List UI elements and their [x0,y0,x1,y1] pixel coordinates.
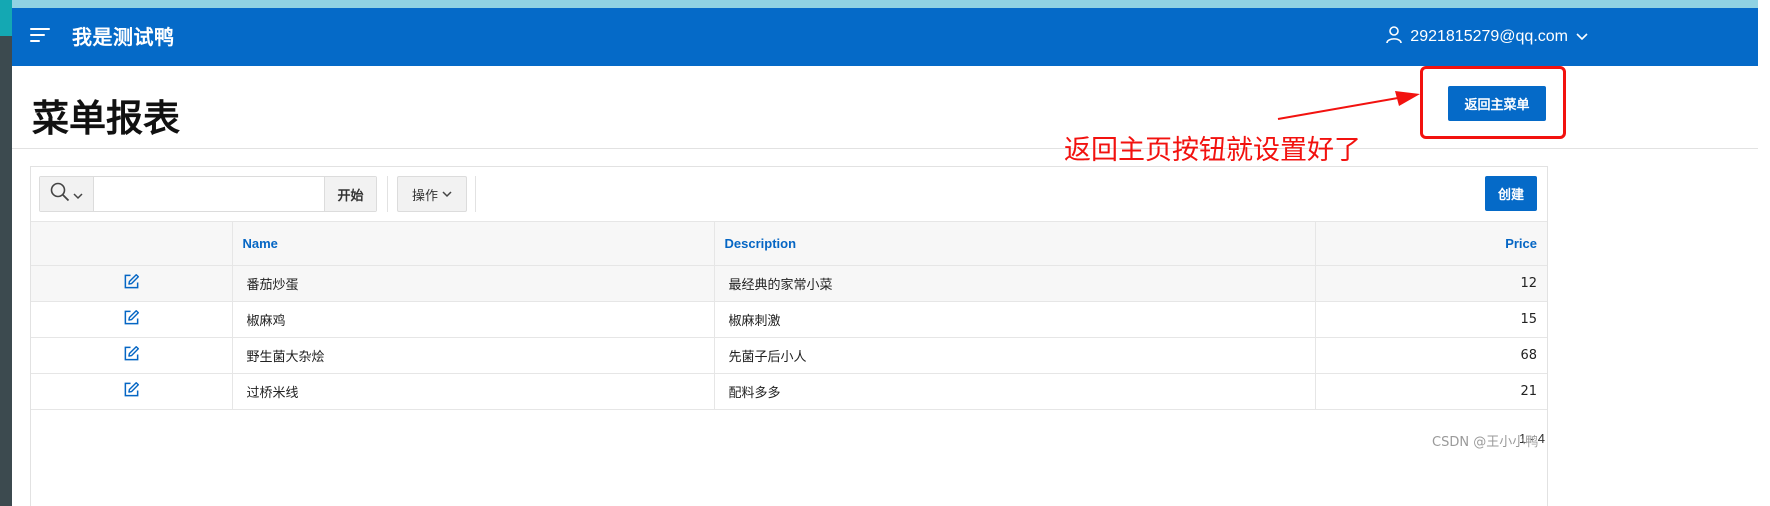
toolbar-separator [387,176,388,212]
table-header-row: Name Description Price [31,221,1547,266]
cell-name: 椒麻鸡 [231,301,714,338]
user-menu[interactable]: 2921815279@qq.com [1386,23,1588,51]
cell-description: 配料多多 [713,373,1315,410]
edit-icon[interactable] [123,345,140,362]
window-right-edge [1758,0,1770,506]
cell-price: 21 [1314,373,1547,410]
toolbar-separator [475,176,476,212]
cell-price: 15 [1314,301,1547,338]
app-title[interactable]: 我是测试鸭 [72,21,175,50]
edit-icon[interactable] [123,273,140,290]
report-table: Name Description Price 番茄炒蛋 最经典的家常小菜 12 … [31,221,1547,410]
table-row: 过桥米线 配料多多 21 [31,373,1547,410]
chevron-down-icon [442,187,452,202]
page-title: 菜单报表 [32,97,180,140]
table-row: 番茄炒蛋 最经典的家常小菜 12 [31,265,1547,302]
cell-name: 过桥米线 [231,373,714,410]
annotation-text: 返回主页按钮就设置好了 [1064,135,1361,166]
user-email: 2921815279@qq.com [1410,28,1568,45]
create-button[interactable]: 创建 [1485,176,1537,211]
cell-description: 椒麻刺激 [713,301,1315,338]
table-row: 野生菌大杂烩 先菌子后小人 68 [31,337,1547,374]
cell-description: 先菌子后小人 [713,337,1315,374]
column-header-price[interactable]: Price [1314,221,1547,266]
title-divider [12,148,1758,149]
watermark: CSDN @王小小鸭 [1432,435,1539,450]
cell-price: 68 [1314,337,1547,374]
cell-price: 12 [1314,265,1547,302]
edit-icon[interactable] [123,381,140,398]
menu-toggle-icon[interactable] [30,28,50,44]
top-navigation-bar: 我是测试鸭 2921815279@qq.com [12,8,1758,66]
cell-name: 野生菌大杂烩 [231,337,714,374]
chevron-down-icon [73,185,83,204]
window-top-edge [12,0,1758,8]
search-input[interactable] [94,177,324,211]
actions-label: 操作 [411,188,438,204]
report-region: 开始 操作 创建 Name Description Price 番茄炒蛋 最经典… [30,166,1548,506]
window-left-edge [0,0,12,506]
table-row: 椒麻鸡 椒麻刺激 15 [31,301,1547,338]
report-toolbar: 开始 操作 创建 [31,167,1547,221]
search-column-selector[interactable] [40,177,94,211]
search-icon [50,182,70,206]
window-corner-accent [0,0,12,36]
app-window: 我是测试鸭 2921815279@qq.com 菜单报表 返回主菜单 开始 操作… [12,8,1758,506]
edit-column-header [31,221,232,266]
cell-description: 最经典的家常小菜 [713,265,1315,302]
go-button[interactable]: 开始 [324,177,376,211]
column-header-name[interactable]: Name [231,221,714,266]
edit-icon[interactable] [123,309,140,326]
chevron-down-icon [1576,28,1588,46]
user-icon [1386,25,1403,49]
cell-name: 番茄炒蛋 [231,265,714,302]
search-bar: 开始 [39,176,377,212]
actions-menu-button[interactable]: 操作 [397,176,467,212]
column-header-description[interactable]: Description [713,221,1315,266]
annotation-highlight-box [1420,66,1566,139]
